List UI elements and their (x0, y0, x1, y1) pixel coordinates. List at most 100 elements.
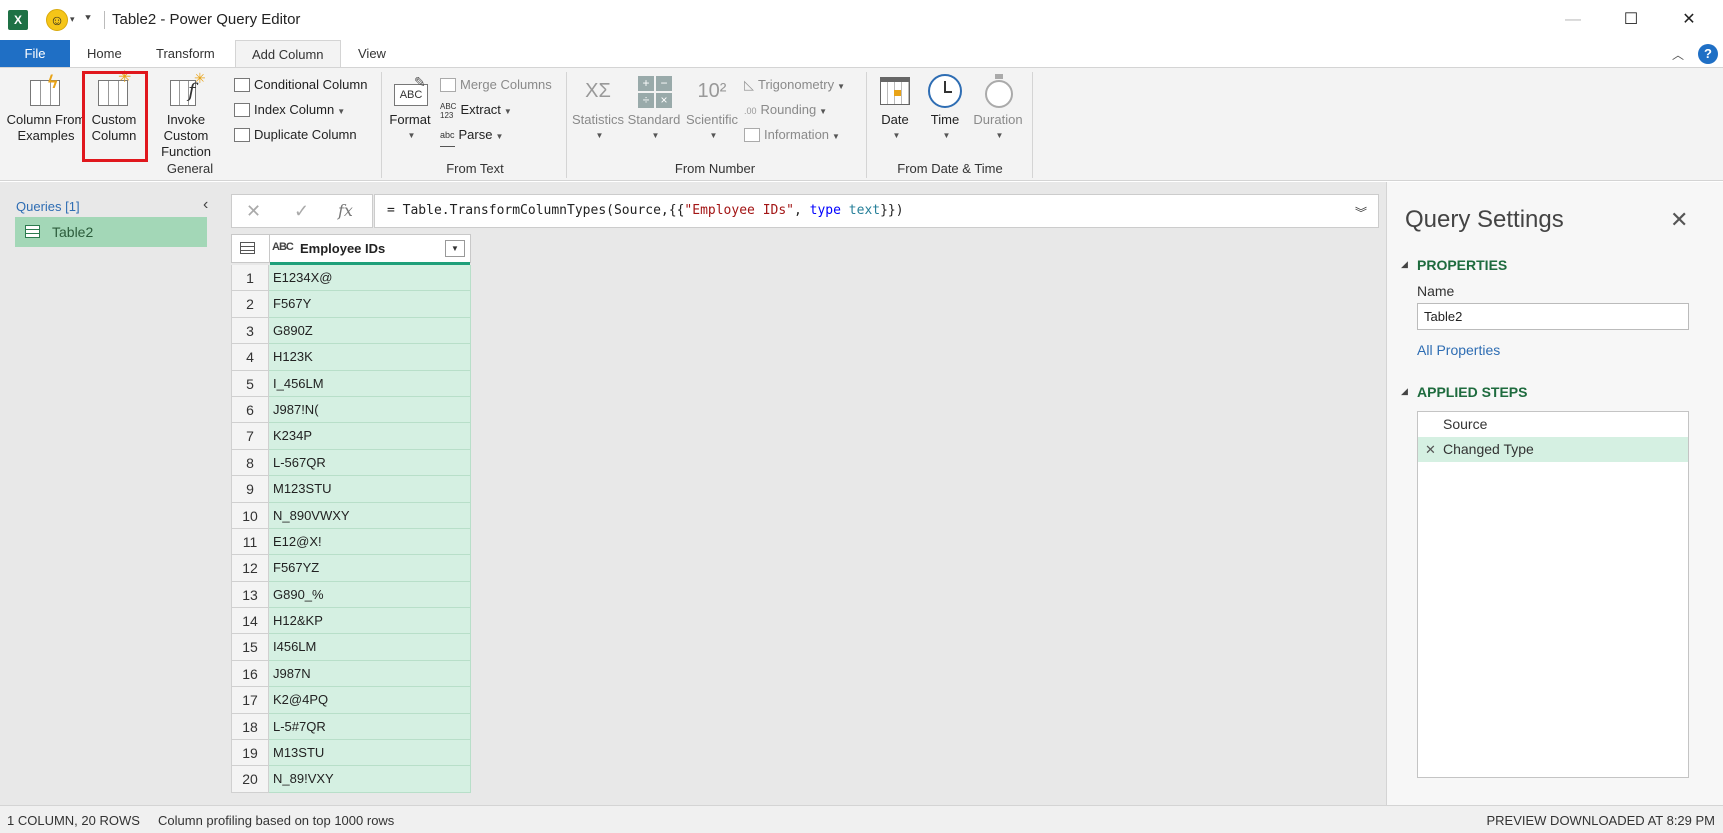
close-icon[interactable]: ✕ (1666, 6, 1712, 34)
cell-employee-id[interactable]: J987!N( (269, 396, 471, 424)
step-source[interactable]: Source (1418, 412, 1688, 437)
cell-employee-id[interactable]: G890Z (269, 317, 471, 345)
table-row[interactable]: 14 H12&KP (231, 608, 471, 635)
table-row[interactable]: 4 H123K (231, 344, 471, 371)
row-number[interactable]: 9 (231, 476, 269, 503)
row-number[interactable]: 16 (231, 660, 269, 688)
text-type-icon[interactable]: ABC (272, 241, 294, 253)
standard-button[interactable]: + − ÷ × Standard ▼ (626, 74, 682, 144)
parse-button[interactable]: abc Parse ▼ (440, 124, 503, 148)
maximize-icon[interactable]: ☐ (1608, 6, 1654, 34)
row-number[interactable]: 6 (231, 396, 269, 424)
table-row[interactable]: 12 F567YZ (231, 555, 471, 582)
cell-employee-id[interactable]: F567Y (269, 291, 471, 318)
extract-button[interactable]: ABC 123 Extract ▼ (440, 99, 512, 121)
cell-employee-id[interactable]: M13STU (269, 740, 471, 767)
cell-employee-id[interactable]: J987N (269, 660, 471, 688)
table-row[interactable]: 2 F567Y (231, 291, 471, 318)
row-number[interactable]: 1 (231, 265, 269, 292)
row-number[interactable]: 13 (231, 581, 269, 609)
cell-employee-id[interactable]: H123K (269, 344, 471, 371)
customize-quick-access-icon[interactable]: ⯆ (84, 13, 92, 24)
row-number[interactable]: 2 (231, 291, 269, 318)
row-number[interactable]: 17 (231, 687, 269, 714)
tab-transform[interactable]: Transform (140, 40, 231, 68)
table-row[interactable]: 1 E1234X@ (231, 265, 471, 292)
trigonometry-button[interactable]: ◺ Trigonometry ▼ (744, 74, 845, 96)
statistics-button[interactable]: XΣ Statistics ▼ (572, 74, 624, 144)
column-from-examples-button[interactable]: ϟ Column From Examples (6, 73, 86, 144)
date-button[interactable]: Date ▼ (870, 74, 920, 144)
all-properties-link[interactable]: All Properties (1417, 342, 1500, 358)
row-number[interactable]: 5 (231, 370, 269, 397)
format-button[interactable]: ABC ✎ Format ▼ (388, 74, 432, 144)
tab-home[interactable]: Home (71, 40, 138, 68)
table-row[interactable]: 10 N_890VWXY (231, 502, 471, 529)
tab-view[interactable]: View (342, 40, 402, 68)
row-number[interactable]: 19 (231, 740, 269, 767)
cell-employee-id[interactable]: H12&KP (269, 608, 471, 635)
cell-employee-id[interactable]: L-5#7QR (269, 713, 471, 741)
table-menu-button[interactable] (232, 235, 270, 262)
query-name-input[interactable]: Table2 (1417, 303, 1689, 330)
cell-employee-id[interactable]: K2@4PQ (269, 687, 471, 714)
cell-employee-id[interactable]: G890_% (269, 581, 471, 609)
collapse-ribbon-icon[interactable]: ︿ (1672, 46, 1684, 63)
row-number[interactable]: 3 (231, 317, 269, 345)
table-row[interactable]: 20 N_89!VXY (231, 766, 471, 793)
cell-employee-id[interactable]: E12@X! (269, 528, 471, 556)
minimize-icon[interactable]: — (1550, 6, 1596, 34)
row-number[interactable]: 14 (231, 608, 269, 635)
cell-employee-id[interactable]: I456LM (269, 634, 471, 661)
table-row[interactable]: 9 M123STU (231, 476, 471, 503)
index-column-button[interactable]: Index Column ▼ (234, 99, 345, 121)
fx-icon[interactable]: fx (338, 201, 353, 220)
table-row[interactable]: 6 J987!N( (231, 396, 471, 424)
table-row[interactable]: 7 K234P (231, 423, 471, 450)
formula-bar-input[interactable]: = Table.TransformColumnTypes(Source,{{"E… (374, 194, 1379, 228)
table-row[interactable]: 11 E12@X! (231, 528, 471, 556)
table-row[interactable]: 8 L-567QR (231, 449, 471, 477)
status-profiling[interactable]: Column profiling based on top 1000 rows (158, 813, 394, 828)
tab-add-column[interactable]: Add Column (235, 40, 341, 68)
row-number[interactable]: 15 (231, 634, 269, 661)
cancel-icon[interactable]: ✕ (246, 201, 261, 222)
query-item-table2[interactable]: Table2 (15, 217, 207, 247)
conditional-column-button[interactable]: Conditional Column (234, 74, 367, 96)
table-row[interactable]: 18 L-5#7QR (231, 713, 471, 741)
smiley-dropdown-icon[interactable]: ▾ (70, 14, 75, 25)
smiley-icon[interactable]: ☺ (46, 9, 68, 31)
table-row[interactable]: 3 G890Z (231, 317, 471, 345)
cell-employee-id[interactable]: N_89!VXY (269, 766, 471, 793)
duplicate-column-button[interactable]: Duplicate Column (234, 124, 357, 146)
table-row[interactable]: 5 I_456LM (231, 370, 471, 397)
table-row[interactable]: 19 M13STU (231, 740, 471, 767)
close-settings-icon[interactable]: ✕ (1670, 207, 1688, 233)
cell-employee-id[interactable]: N_890VWXY (269, 502, 471, 529)
row-number[interactable]: 18 (231, 713, 269, 741)
cell-employee-id[interactable]: F567YZ (269, 555, 471, 582)
table-row[interactable]: 15 I456LM (231, 634, 471, 661)
delete-step-icon[interactable]: ✕ (1425, 437, 1436, 462)
table-row[interactable]: 16 J987N (231, 660, 471, 688)
table-row[interactable]: 13 G890_% (231, 581, 471, 609)
duration-button[interactable]: Duration ▼ (970, 74, 1026, 144)
table-row[interactable]: 17 K2@4PQ (231, 687, 471, 714)
collapse-triangle-icon[interactable]: ◢ (1401, 386, 1408, 397)
cell-employee-id[interactable]: L-567QR (269, 449, 471, 477)
rounding-button[interactable]: .00 Rounding ▼ (744, 99, 827, 121)
cell-employee-id[interactable]: E1234X@ (269, 265, 471, 292)
cell-employee-id[interactable]: M123STU (269, 476, 471, 503)
merge-columns-button[interactable]: Merge Columns (440, 74, 552, 96)
step-changed-type[interactable]: ✕ Changed Type (1418, 437, 1688, 462)
cell-employee-id[interactable]: K234P (269, 423, 471, 450)
row-number[interactable]: 12 (231, 555, 269, 582)
row-number[interactable]: 4 (231, 344, 269, 371)
time-button[interactable]: Time ▼ (920, 74, 970, 144)
row-number[interactable]: 10 (231, 502, 269, 529)
collapse-queries-icon[interactable]: ‹ (203, 196, 208, 214)
commit-icon[interactable]: ✓ (294, 201, 309, 222)
filter-dropdown-icon[interactable]: ▼ (445, 240, 465, 257)
row-number[interactable]: 7 (231, 423, 269, 450)
help-icon[interactable]: ? (1698, 44, 1718, 64)
